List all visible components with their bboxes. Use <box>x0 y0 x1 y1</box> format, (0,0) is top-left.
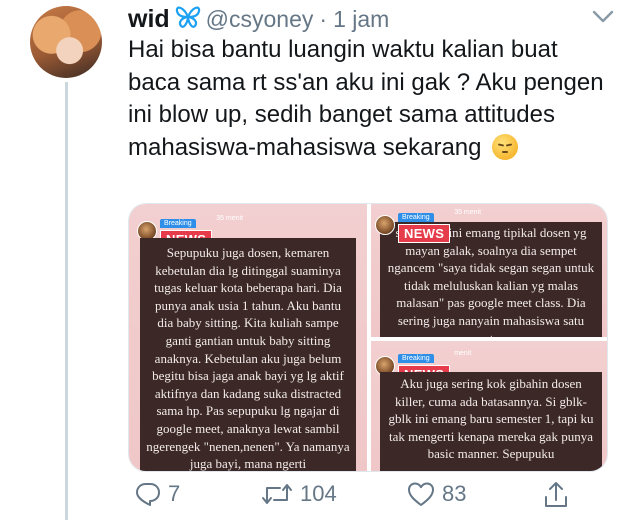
tweet-actions: 7 104 83 <box>128 480 598 514</box>
badge-breaking-label: Breaking <box>160 219 196 228</box>
reply-icon <box>136 483 160 506</box>
chevron-down-icon[interactable] <box>592 10 614 24</box>
media-image-top-right[interactable]: sepupuku ini emang tipikal dosen yg maya… <box>371 204 607 337</box>
thread-line <box>65 82 68 520</box>
butterfly-icon <box>174 5 202 34</box>
media-image-bottom-right[interactable]: Breaking NEWS menit Aku juga sering kok … <box>371 341 607 471</box>
badge-time: 35 menit <box>454 209 482 216</box>
retweet-icon <box>262 484 292 504</box>
breaking-news-badge: Breaking NEWS 35 menit <box>375 206 481 243</box>
display-name[interactable]: wid <box>128 5 170 34</box>
separator-dot: · <box>319 5 328 32</box>
badge-breaking-label: Breaking <box>398 213 434 222</box>
screenshot-text-left: Sepupuku juga dosen, kemaren kebetulan d… <box>140 238 356 471</box>
user-handle[interactable]: @csyoney <box>206 6 314 33</box>
retweet-count: 104 <box>300 481 337 506</box>
badge-breaking-label: Breaking <box>398 354 434 363</box>
tweet-body: Hai bisa bantu luangin waktu kalian buat… <box>128 36 604 161</box>
reply-count: 7 <box>168 481 181 506</box>
badge-time: 35 menit <box>216 215 244 222</box>
pensive-face-icon <box>492 133 519 160</box>
share-icon <box>545 482 567 507</box>
screenshot-text-bottom-right: Aku juga sering kok gibahin dosen killer… <box>380 372 602 471</box>
badge-news-label: NEWS <box>398 224 451 243</box>
heart-icon <box>408 482 434 506</box>
tweet-text: Hai bisa bantu luangin waktu kalian buat… <box>128 34 608 164</box>
share-button[interactable] <box>542 480 570 510</box>
author-avatar[interactable] <box>30 6 102 78</box>
media-image-left[interactable]: Breaking NEWS 35 menit Sepupuku juga dos… <box>129 204 367 471</box>
like-button[interactable]: 83 <box>406 480 466 508</box>
badge-time: menit <box>454 350 472 357</box>
retweet-button[interactable]: 104 <box>260 480 337 508</box>
tweet-timestamp[interactable]: 1 jam <box>333 6 389 33</box>
badge-avatar <box>375 214 395 235</box>
reply-button[interactable]: 7 <box>134 480 180 508</box>
like-count: 83 <box>442 481 467 506</box>
media-grid[interactable]: Breaking NEWS 35 menit Sepupuku juga dos… <box>128 203 608 472</box>
tweet-header: wid @csyoney · 1 jam <box>128 4 389 34</box>
